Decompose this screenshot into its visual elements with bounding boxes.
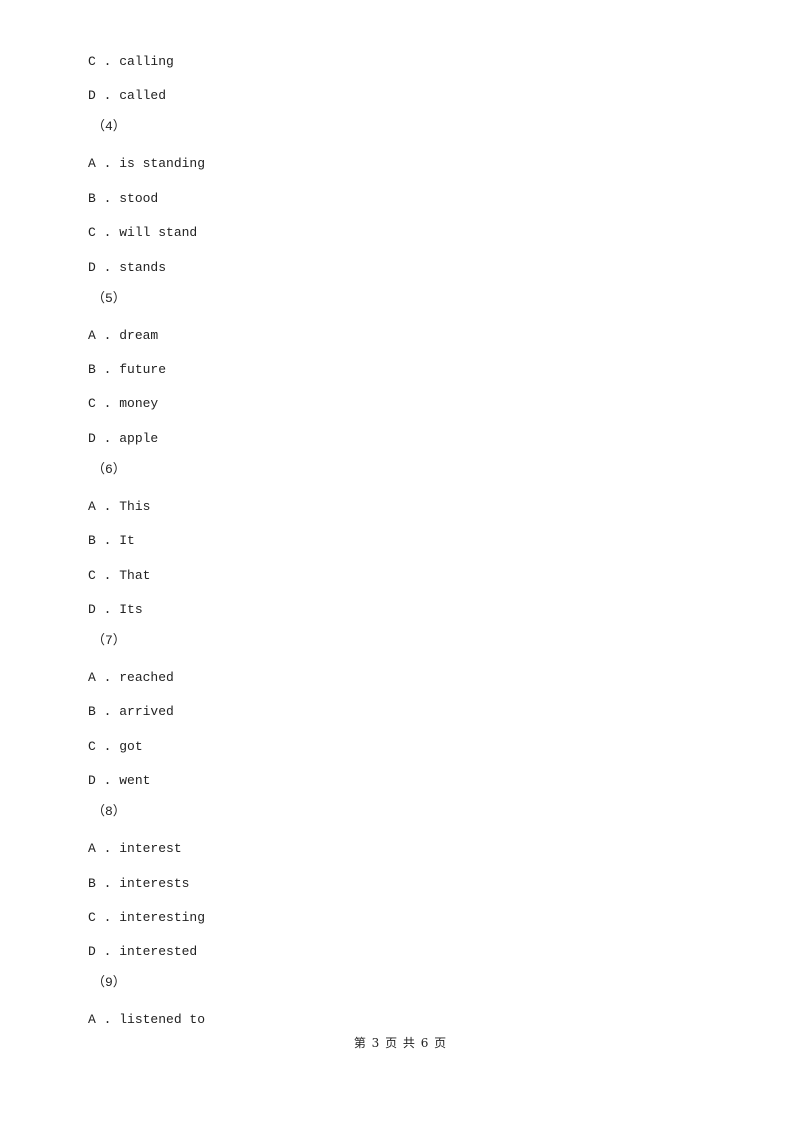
option-separator: . — [95, 54, 120, 69]
question-number: （8） — [92, 804, 126, 819]
option-separator: . — [95, 396, 120, 411]
question-number: （9） — [92, 975, 126, 990]
option-separator: . — [95, 88, 120, 103]
option-text: This — [119, 499, 151, 514]
option-text: is standing — [119, 156, 206, 171]
option-text: interests — [119, 876, 190, 891]
option-text: listened to — [119, 1012, 206, 1027]
option-separator: . — [95, 841, 120, 856]
option-text: stood — [119, 191, 159, 206]
option-text: went — [119, 773, 151, 788]
option-separator: . — [95, 602, 120, 617]
option-text: dream — [119, 328, 159, 343]
option-item: C . money — [88, 396, 158, 412]
option-letter: A — [88, 156, 96, 171]
option-item: C . calling — [88, 54, 174, 70]
option-text: It — [119, 533, 135, 548]
option-letter: C — [88, 225, 96, 240]
option-letter: C — [88, 910, 96, 925]
page-footer: 第 3 页 共 6 页 — [353, 1036, 447, 1050]
option-item: A . This — [88, 499, 150, 515]
option-letter: D — [88, 260, 96, 275]
option-item: A . reached — [88, 670, 174, 686]
option-separator: . — [95, 533, 120, 548]
option-item: A . is standing — [88, 156, 205, 172]
option-separator: . — [95, 910, 120, 925]
option-item: A . listened to — [88, 1012, 205, 1028]
option-separator: . — [95, 773, 120, 788]
option-item: C . got — [88, 739, 143, 755]
option-text: reached — [119, 670, 174, 685]
option-text: got — [119, 739, 143, 754]
option-item: C . That — [88, 568, 150, 584]
option-text: apple — [119, 431, 159, 446]
option-item: D . stands — [88, 260, 166, 276]
option-letter: A — [88, 1012, 96, 1027]
option-item: B . It — [88, 533, 135, 549]
option-letter: D — [88, 602, 96, 617]
option-letter: A — [88, 841, 96, 856]
option-separator: . — [95, 1012, 120, 1027]
option-item: B . interests — [88, 876, 189, 892]
option-item: B . stood — [88, 191, 158, 207]
option-separator: . — [95, 362, 120, 377]
option-item: D . went — [88, 773, 150, 789]
option-item: A . interest — [88, 841, 182, 857]
option-letter: D — [88, 88, 96, 103]
option-item: D . Its — [88, 602, 143, 618]
option-letter: D — [88, 773, 96, 788]
option-separator: . — [95, 156, 120, 171]
option-text: arrived — [119, 704, 174, 719]
option-text: That — [119, 568, 151, 583]
question-number: （7） — [92, 633, 126, 648]
option-item: D . interested — [88, 944, 197, 960]
option-letter: B — [88, 533, 96, 548]
option-separator: . — [95, 191, 120, 206]
option-letter: D — [88, 431, 96, 446]
option-letter: A — [88, 670, 96, 685]
option-letter: D — [88, 944, 96, 959]
option-letter: C — [88, 739, 96, 754]
option-separator: . — [95, 431, 120, 446]
option-item: B . future — [88, 362, 166, 378]
option-text: money — [119, 396, 159, 411]
option-letter: C — [88, 568, 96, 583]
option-text: calling — [119, 54, 174, 69]
option-separator: . — [95, 499, 120, 514]
option-item: D . called — [88, 88, 166, 104]
option-separator: . — [95, 260, 120, 275]
option-letter: C — [88, 396, 96, 411]
option-text: interested — [119, 944, 198, 959]
option-item: D . apple — [88, 431, 158, 447]
option-separator: . — [95, 739, 120, 754]
option-text: called — [119, 88, 167, 103]
option-letter: B — [88, 362, 96, 377]
option-letter: A — [88, 328, 96, 343]
option-text: interesting — [119, 910, 206, 925]
option-item: A . dream — [88, 328, 158, 344]
option-separator: . — [95, 876, 120, 891]
option-letter: C — [88, 54, 96, 69]
option-separator: . — [95, 568, 120, 583]
option-letter: B — [88, 876, 96, 891]
option-text: stands — [119, 260, 167, 275]
option-item: B . arrived — [88, 704, 174, 720]
question-number: （5） — [92, 291, 126, 306]
option-text: Its — [119, 602, 143, 617]
option-letter: B — [88, 191, 96, 206]
option-separator: . — [95, 704, 120, 719]
option-letter: B — [88, 704, 96, 719]
question-number: （4） — [92, 119, 126, 134]
option-letter: A — [88, 499, 96, 514]
option-text: future — [119, 362, 167, 377]
question-number: （6） — [92, 462, 126, 477]
option-separator: . — [95, 670, 120, 685]
option-text: interest — [119, 841, 182, 856]
option-separator: . — [95, 225, 120, 240]
option-item: C . interesting — [88, 910, 205, 926]
option-separator: . — [95, 944, 120, 959]
option-separator: . — [95, 328, 120, 343]
option-item: C . will stand — [88, 225, 197, 241]
option-text: will stand — [119, 225, 198, 240]
